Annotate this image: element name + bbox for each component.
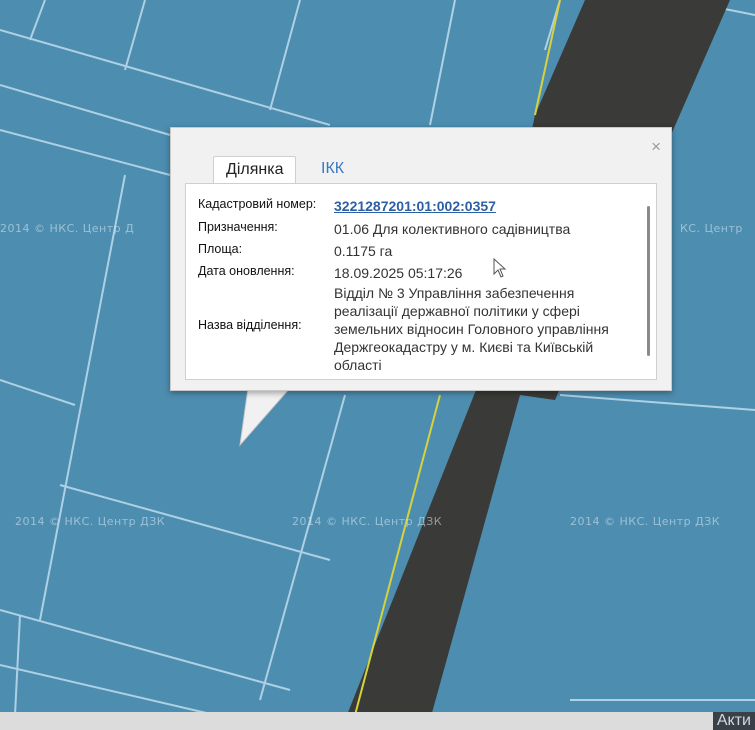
map-watermark: 2014 © НКС. Центр Д [0, 222, 135, 235]
field-value: 18.09.2025 05:17:26 [334, 265, 463, 281]
cadastral-number-link[interactable]: 3221287201:01:002:0357 [334, 197, 634, 215]
field-value: 0.1175 га [334, 243, 393, 259]
scrollbar[interactable] [647, 206, 650, 356]
map-watermark: 2014 © НКС. Центр ДЗК [570, 515, 721, 528]
field-label: Призначення: [198, 220, 278, 234]
tab-parcel[interactable]: Ділянка [213, 156, 297, 183]
field-value: 01.06 Для колективного садівництва [334, 221, 571, 237]
map-watermark: 2014 © НКС. Центр ДЗК [292, 515, 443, 528]
parcel-info-popup: × Ділянка ІКК Кадастровий номер: 3221287… [170, 127, 672, 391]
field-label: Дата оновлення: [198, 264, 295, 278]
field-value: Відділ № 3 Управління забезпечення реалі… [334, 285, 609, 373]
field-label: Назва відділення: [198, 318, 302, 332]
close-icon[interactable]: × [651, 138, 661, 155]
map-watermark: КС. Центр [680, 222, 743, 235]
mouse-cursor-icon [493, 258, 507, 278]
taskbar-activate-text: Акти [712, 712, 755, 730]
parcel-details-panel: Кадастровий номер: 3221287201:01:002:035… [185, 183, 657, 380]
tab-ikk[interactable]: ІКК [309, 156, 356, 182]
map-watermark: 2014 © НКС. Центр ДЗК [15, 515, 166, 528]
field-label: Площа: [198, 242, 243, 256]
field-label: Кадастровий номер: [198, 197, 317, 211]
